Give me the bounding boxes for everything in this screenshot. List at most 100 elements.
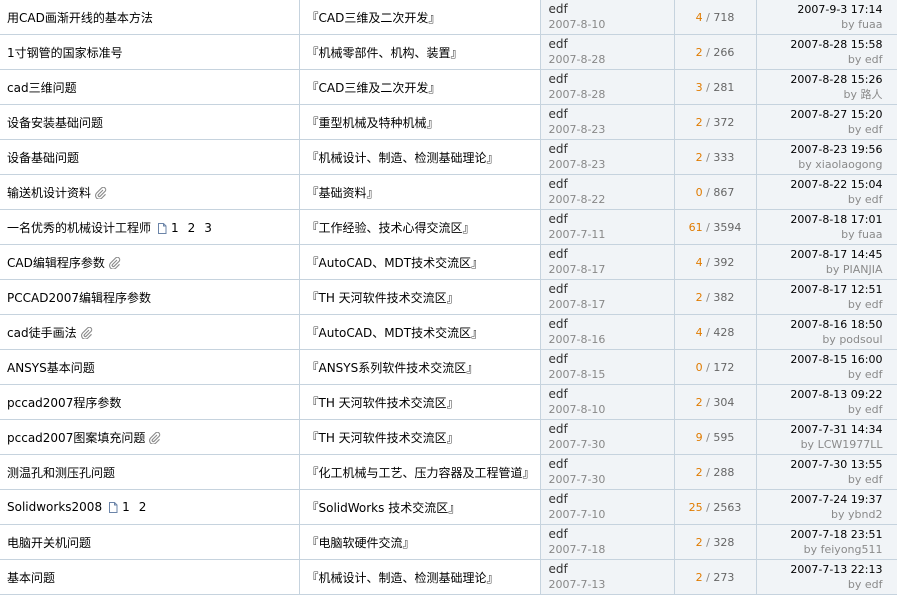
thread-subject-link[interactable]: 用CAD画渐开线的基本方法 [7,11,153,25]
last-post-time[interactable]: 2007-8-17 12:51 [757,282,882,297]
last-post-time[interactable]: 2007-7-24 19:37 [757,492,882,507]
last-poster-link[interactable]: edf [865,193,883,206]
forum-link[interactable]: 『TH 天河软件技术交流区』 [307,396,459,410]
thread-subject-link[interactable]: cad徒手画法 [7,326,77,340]
forum-link[interactable]: 『机械零部件、机构、装置』 [307,46,463,60]
page-link[interactable]: 1 [122,500,130,514]
author-link[interactable]: edf [549,282,674,297]
last-poster-link[interactable]: edf [865,403,883,416]
last-poster-link[interactable]: edf [865,368,883,381]
last-poster-link[interactable]: LCW1977LL [818,438,883,451]
post-date: 2007-8-28 [548,88,606,101]
thread-subject-link[interactable]: 1寸钢管的国家标准号 [7,46,123,60]
thread-subject-link[interactable]: 输送机设计资料 [7,186,91,200]
forum-link[interactable]: 『AutoCAD、MDT技术交流区』 [307,326,484,340]
last-poster-link[interactable]: podsoul [839,333,882,346]
last-poster-link[interactable]: edf [865,473,883,486]
thread-subject-cell: 电脑开关机问题 [0,524,300,560]
forum-link[interactable]: 『重型机械及特种机械』 [307,116,439,130]
last-by-prefix: by [847,53,862,66]
author-link[interactable]: edf [549,142,674,157]
page-link[interactable]: 2 [139,500,147,514]
author-link[interactable]: edf [549,352,674,367]
forum-link[interactable]: 『ANSYS系列软件技术交流区』 [307,361,479,375]
last-by-prefix: by [803,543,818,556]
last-post-time[interactable]: 2007-7-18 23:51 [757,527,882,542]
last-post-time[interactable]: 2007-8-17 14:45 [757,247,882,262]
last-poster-link[interactable]: PIANJIA [843,263,883,276]
author-link[interactable]: edf [549,2,674,17]
last-poster-link[interactable]: edf [865,298,883,311]
thread-stats-cell: 9 / 595 [674,419,757,455]
author-link[interactable]: edf [549,72,674,87]
last-poster-link[interactable]: xiaolaogong [815,158,882,171]
last-poster-link[interactable]: 路人 [861,88,883,101]
thread-subject-link[interactable]: 设备安装基础问题 [7,116,103,130]
forum-link[interactable]: 『机械设计、制造、检测基础理论』 [307,571,499,585]
last-poster-link[interactable]: edf [865,53,883,66]
last-post-time[interactable]: 2007-8-18 17:01 [757,212,882,227]
author-link[interactable]: edf [549,247,674,262]
thread-subject-link[interactable]: 测温孔和测压孔问题 [7,466,115,480]
thread-subject-link[interactable]: PCCAD2007编辑程序参数 [7,291,151,305]
author-link[interactable]: edf [549,492,674,507]
last-poster-link[interactable]: ybnd2 [848,508,882,521]
last-post-time[interactable]: 2007-8-28 15:58 [757,37,882,52]
author-link[interactable]: edf [549,212,674,227]
author-link[interactable]: edf [549,37,674,52]
thread-subject-link[interactable]: cad三维问题 [7,81,77,95]
thread-subject-link[interactable]: Solidworks2008 [7,500,102,514]
thread-author-cell: edf 2007-8-28 [540,34,675,70]
thread-subject-link[interactable]: 设备基础问题 [7,151,79,165]
last-poster-link[interactable]: fuaa [858,18,882,31]
thread-stats-cell: 25 / 2563 [674,489,757,525]
forum-link[interactable]: 『化工机械与工艺、压力容器及工程管道』 [307,466,535,480]
forum-link[interactable]: 『CAD三维及二次开发』 [307,81,441,95]
last-post-time[interactable]: 2007-7-13 22:13 [757,562,882,577]
last-poster-link[interactable]: fuaa [858,228,882,241]
last-post-time[interactable]: 2007-7-30 13:55 [757,457,882,472]
forum-link[interactable]: 『TH 天河软件技术交流区』 [307,291,459,305]
author-link[interactable]: edf [549,387,674,402]
last-post-time[interactable]: 2007-8-28 15:26 [757,72,882,87]
last-post-time[interactable]: 2007-8-22 15:04 [757,177,882,192]
page-link[interactable]: 2 [188,221,196,235]
thread-subject-link[interactable]: 基本问题 [7,571,55,585]
last-post-time[interactable]: 2007-9-3 17:14 [757,2,882,17]
last-poster-link[interactable]: edf [865,123,883,136]
forum-link[interactable]: 『SolidWorks 技术交流区』 [307,501,461,515]
thread-subject-link[interactable]: pccad2007程序参数 [7,396,121,410]
author-link[interactable]: edf [549,457,674,472]
author-link[interactable]: edf [549,107,674,122]
author-link[interactable]: edf [549,562,674,577]
thread-subject-link[interactable]: 一名优秀的机械设计工程师 [7,221,151,235]
last-post-time[interactable]: 2007-8-15 16:00 [757,352,882,367]
author-link[interactable]: edf [549,317,674,332]
forum-link[interactable]: 『机械设计、制造、检测基础理论』 [307,151,499,165]
last-poster-link[interactable]: feiyong511 [821,543,883,556]
thread-forum-cell: 『工作经验、技术心得交流区』 [299,209,541,245]
forum-link[interactable]: 『CAD三维及二次开发』 [307,11,441,25]
last-post-time[interactable]: 2007-7-31 14:34 [757,422,882,437]
forum-link[interactable]: 『电脑软硬件交流』 [307,536,415,550]
forum-link[interactable]: 『AutoCAD、MDT技术交流区』 [307,256,484,270]
forum-link[interactable]: 『TH 天河软件技术交流区』 [307,431,459,445]
last-post-time[interactable]: 2007-8-27 15:20 [757,107,882,122]
thread-subject-link[interactable]: CAD编辑程序参数 [7,256,105,270]
thread-subject-link[interactable]: ANSYS基本问题 [7,361,95,375]
thread-subject-link[interactable]: pccad2007图案填充问题 [7,431,145,445]
forum-link[interactable]: 『工作经验、技术心得交流区』 [307,221,475,235]
thread-table: 用CAD画渐开线的基本方法 『CAD三维及二次开发』 edf 2007-8-10 4 /… [0,0,897,595]
last-post-time[interactable]: 2007-8-13 09:22 [757,387,882,402]
author-link[interactable]: edf [549,527,674,542]
author-link[interactable]: edf [549,177,674,192]
last-post-time[interactable]: 2007-8-23 19:56 [757,142,882,157]
page-link[interactable]: 3 [204,221,212,235]
author-link[interactable]: edf [549,422,674,437]
last-poster-link[interactable]: edf [865,578,883,591]
thread-subject-link[interactable]: 电脑开关机问题 [7,536,91,550]
forum-link[interactable]: 『基础资料』 [307,186,379,200]
page-link[interactable]: 1 [171,221,179,235]
last-post-time[interactable]: 2007-8-16 18:50 [757,317,882,332]
reply-count: 4 [695,255,703,269]
